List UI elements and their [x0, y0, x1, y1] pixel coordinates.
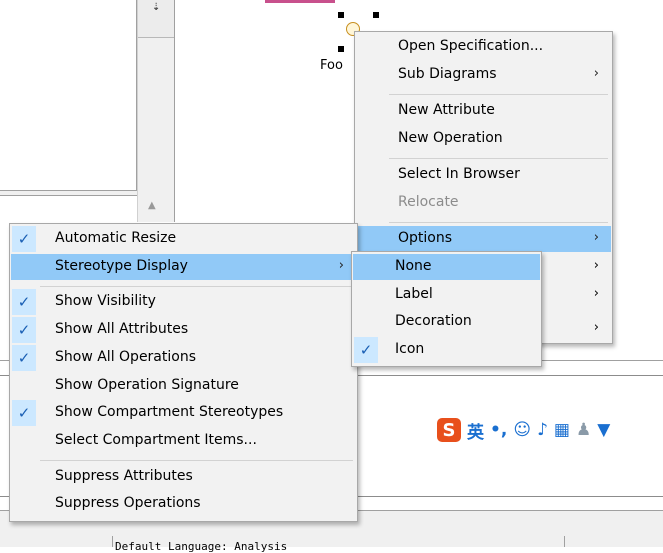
menu-separator — [389, 94, 608, 95]
menu-item-stereotype-display[interactable]: Stereotype Display › — [11, 254, 356, 280]
menu-item-new-attribute[interactable]: New Attribute — [356, 98, 611, 124]
menu-item-decoration[interactable]: Decoration — [353, 309, 540, 335]
menu-item-show-visibility[interactable]: ✓ Show Visibility — [11, 289, 356, 315]
menu-item-label: Automatic Resize — [55, 230, 177, 246]
options-submenu: ✓ Automatic Resize Stereotype Display › … — [9, 223, 358, 522]
association-line — [265, 0, 335, 3]
sogou-logo-icon[interactable]: S — [437, 418, 461, 442]
class-label[interactable]: Foo — [320, 58, 343, 73]
menu-item-relocate[interactable]: Relocate — [356, 190, 611, 216]
stereotype-display-submenu: None Label Decoration ✓ Icon — [351, 251, 542, 367]
menu-item-label: New Operation — [398, 130, 503, 146]
checkmark-icon: ✓ — [12, 289, 36, 315]
submenu-arrow-icon: › — [593, 66, 599, 81]
keyboard-icon[interactable]: ▦ — [554, 420, 570, 440]
menu-item-show-operation-signature[interactable]: Show Operation Signature — [11, 373, 356, 399]
menu-item-options[interactable]: Options › — [356, 226, 611, 252]
menu-item-select-compartment-items[interactable]: Select Compartment Items... — [11, 428, 356, 454]
mic-icon[interactable]: ♪ — [537, 420, 548, 440]
pane-splitter[interactable] — [0, 190, 137, 196]
menu-item-label: Relocate — [398, 194, 459, 210]
vertical-scrollbar[interactable]: ⇣ ▲ — [137, 0, 175, 222]
menu-item-none[interactable]: None — [353, 254, 540, 280]
menu-item-label: Select Compartment Items... — [55, 432, 257, 448]
scroll-up-arrow-icon[interactable]: ▲ — [148, 200, 156, 211]
menu-item-automatic-resize[interactable]: ✓ Automatic Resize — [11, 226, 356, 252]
menu-item-label: None — [395, 258, 432, 274]
selection-handle[interactable] — [338, 46, 344, 52]
menu-item-new-operation[interactable]: New Operation — [356, 126, 611, 152]
menu-item-label: New Attribute — [398, 102, 495, 118]
submenu-arrow-icon: › — [338, 258, 344, 273]
menu-item-label: Show All Attributes — [55, 321, 189, 337]
menu-item-label: Stereotype Display — [55, 258, 188, 274]
punct-icon[interactable]: •, — [490, 420, 507, 440]
checkmark-icon: ✓ — [12, 317, 36, 343]
menu-item-label: Decoration — [395, 313, 472, 329]
menu-separator — [40, 460, 353, 461]
menu-item-suppress-operations[interactable]: Suppress Operations — [11, 491, 356, 517]
menu-item-label: Show Visibility — [55, 293, 156, 309]
selection-handle[interactable] — [338, 12, 344, 18]
checkmark-icon: ✓ — [12, 226, 36, 252]
browser-pane — [0, 0, 137, 190]
menu-item-label: Sub Diagrams — [398, 66, 497, 82]
submenu-arrow-icon: › — [593, 258, 599, 273]
menu-item-show-all-attributes[interactable]: ✓ Show All Attributes — [11, 317, 356, 343]
status-cell — [564, 536, 663, 547]
smiley-icon[interactable]: ☺ — [513, 420, 531, 440]
menu-item-select-in-browser[interactable]: Select In Browser — [356, 162, 611, 188]
menu-separator — [389, 158, 608, 159]
submenu-arrow-icon: › — [593, 320, 599, 335]
menu-item-label: Show Compartment Stereotypes — [55, 404, 284, 420]
checkmark-icon: ✓ — [12, 400, 36, 426]
menu-item-label: Open Specification... — [398, 38, 544, 54]
menu-item-open-specification[interactable]: Open Specification... — [356, 34, 611, 60]
menu-item-label-option[interactable]: Label — [353, 282, 540, 308]
menu-item-label: Label — [395, 286, 433, 302]
menu-item-label: Suppress Attributes — [55, 468, 193, 484]
menu-item-label: Suppress Operations — [55, 495, 201, 511]
menu-item-show-compartment-stereotypes[interactable]: ✓ Show Compartment Stereotypes — [11, 400, 356, 426]
split-grip-icon: ⇣ — [152, 2, 161, 13]
ime-mode-indicator[interactable]: 英 — [467, 418, 484, 443]
scrollbar-thumb[interactable]: ⇣ — [138, 0, 174, 38]
menu-item-show-all-operations[interactable]: ✓ Show All Operations — [11, 345, 356, 371]
menu-separator — [389, 222, 608, 223]
menu-item-label: Select In Browser — [398, 166, 520, 182]
submenu-arrow-icon: › — [593, 230, 599, 245]
menu-item-sub-diagrams[interactable]: Sub Diagrams › — [356, 62, 611, 88]
menu-separator — [40, 286, 353, 287]
shirt-icon[interactable]: ▼ — [597, 420, 610, 440]
menu-item-label: Icon — [395, 341, 425, 357]
menu-item-label: Show All Operations — [55, 349, 196, 365]
menu-item-suppress-attributes[interactable]: Suppress Attributes — [11, 464, 356, 490]
menu-item-label: Options — [398, 230, 453, 246]
user-icon[interactable]: ♟ — [576, 420, 591, 440]
checkmark-icon: ✓ — [12, 345, 36, 371]
menu-item-icon[interactable]: ✓ Icon — [353, 337, 540, 363]
submenu-arrow-icon: › — [593, 286, 599, 301]
menu-item-label: Show Operation Signature — [55, 377, 239, 393]
selection-handle[interactable] — [373, 12, 379, 18]
ime-toolbar: S 英 •, ☺ ♪ ▦ ♟ ▼ — [437, 418, 610, 443]
checkmark-icon: ✓ — [354, 337, 378, 363]
